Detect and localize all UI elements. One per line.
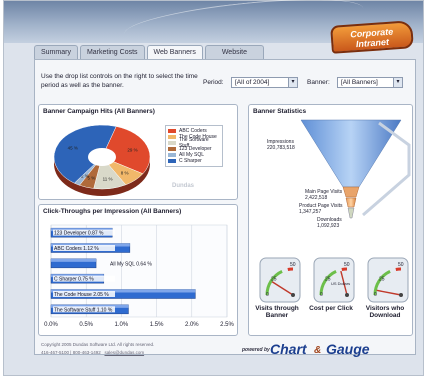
tab-website[interactable]: Website <box>204 45 264 59</box>
period-select-value: [All of 2004] <box>235 79 270 86</box>
gauge-hub <box>399 293 403 297</box>
chevron-down-icon[interactable]: ▾ <box>288 78 297 87</box>
plot-area <box>50 224 228 318</box>
gauge: 50 25 0 <box>367 257 409 303</box>
bar-value-label: All My SQL 0.64 % <box>110 261 152 267</box>
funnel-downloads <box>347 207 355 219</box>
funnel-label-impressions: Impressions 220,783,518 <box>267 139 295 151</box>
header-swirl <box>122 0 366 52</box>
bar-chart: 0.0% 0.5% 1.0% 1.5% 2.0% 2.5% 123 Developer 0.… <box>44 224 234 328</box>
tab-summary[interactable]: Summary <box>34 45 78 59</box>
period-label: Period: <box>203 79 224 86</box>
banner-select-value: [All Banners] <box>341 79 378 86</box>
chart-brand-logo: Chart <box>270 341 307 357</box>
gauge-max-label: 50 <box>344 262 350 268</box>
tab-marketing-costs[interactable]: Marketing Costs <box>79 45 145 59</box>
gauge-min-label: 0 <box>374 292 377 298</box>
tab-bar: Summary Marketing Costs Web Banners Webs… <box>34 45 264 59</box>
gauge-max-label: 50 <box>290 262 296 268</box>
x-tick-label: 2.5% <box>220 322 234 328</box>
funnel-value-text: 1,092,923 <box>317 223 340 229</box>
tab-web-banners[interactable]: Web Banners <box>146 45 203 59</box>
x-tick-label: 1.0% <box>115 322 129 328</box>
legend-swatch <box>168 135 176 139</box>
pie-chart-title: Banner Campaign Hits (All Banners) <box>43 108 155 115</box>
x-tick-label: 0.5% <box>79 322 93 328</box>
legend-swatch <box>168 153 176 157</box>
bar-value-label: C Sharper 0.75 % <box>54 277 94 283</box>
pie-slice-label: 11 % <box>103 176 113 181</box>
app-frame: Corporate Intranet Summary Marketing Cos… <box>3 0 424 376</box>
legend-swatch <box>168 147 176 151</box>
bar-value-label: 123 Developer 0.87 % <box>54 231 104 237</box>
pie-slice-label: 8 % <box>121 171 129 176</box>
funnel-impressions <box>300 119 402 188</box>
gauge-max-label: 50 <box>398 262 404 268</box>
gauge: 50 25 0 <box>259 257 301 303</box>
gauge: 50 25 0 US Dollars <box>313 257 355 303</box>
footer-contact: 416-467-5100 | 800-463-1492 sales@dundas… <box>41 350 144 355</box>
gauge-band-red <box>341 267 348 271</box>
watermark: Dundas <box>172 183 195 189</box>
pie-hole <box>88 148 116 166</box>
x-tick-label: 0.0% <box>44 322 58 328</box>
footer-phone: 416-467-5100 | 800-463-1492 <box>41 350 101 355</box>
bar-chart-title: Click-Throughs per Impression (All Banne… <box>43 208 182 215</box>
funnel-main-page <box>342 186 360 198</box>
funnel-value-text: 1,347,257 <box>299 209 322 215</box>
funnel-product-page <box>345 197 357 208</box>
funnel-value-text: 220,783,518 <box>267 145 295 151</box>
legend-swatch <box>168 159 176 163</box>
bar-highlight <box>51 258 97 262</box>
gauge-label-visits: Visits through Banner <box>255 305 299 319</box>
x-tick-label: 2.0% <box>185 322 199 328</box>
gauge-unit-label: US Dollars <box>331 281 350 286</box>
gauge-band-red <box>287 267 294 271</box>
footer-copyright: Copyright 2005 Dundas Software Ltd. All … <box>41 342 155 347</box>
bar-chart-box: Click-Throughs per Impression (All Banne… <box>38 204 238 336</box>
banner-label: Banner: <box>307 79 330 86</box>
funnel-label-product: Product Page Visits 1,347,257 <box>299 203 343 215</box>
gauge-hub <box>291 293 295 297</box>
ampersand: & <box>314 345 322 356</box>
intro-text: Use the drop list controls on the right … <box>41 73 198 89</box>
pie-slice-label: 45 % <box>68 145 78 150</box>
main-panel: Use the drop list controls on the right … <box>34 59 416 355</box>
gauge-label-download: Visitors who Download <box>365 305 405 319</box>
gauge-band-red <box>395 267 402 271</box>
legend-label: C Sharper <box>179 158 202 164</box>
gauge-hub <box>345 293 349 297</box>
bar-value-label: The Software Stuff 1.10 % <box>54 307 113 313</box>
bar-value-label: The Code House 2.05 % <box>54 292 109 298</box>
gauge-mid-label: 25 <box>379 277 385 283</box>
period-select[interactable]: [All of 2004] ▾ <box>231 77 298 88</box>
chevron-down-icon[interactable]: ▾ <box>393 78 402 87</box>
funnel-label-downloads: Downloads 1,092,923 <box>317 217 342 229</box>
legend-swatch <box>168 141 176 145</box>
powered-by-label: powered by <box>242 347 270 353</box>
banner-stats-box: Banner Statistics Impressions 220,783,518… <box>248 104 413 336</box>
banner-select[interactable]: [All Banners] ▾ <box>337 77 403 88</box>
funnel-label-main: Main Page Visits 2,422,518 <box>305 189 342 201</box>
gauge-brand-logo: Gauge <box>326 341 370 357</box>
gauge-mid-label: 25 <box>325 277 331 283</box>
gauge-label-cost: Cost per Click <box>309 305 353 312</box>
legend-swatch <box>168 129 176 133</box>
bar-value-label: ABC Coders 1.12 % <box>54 246 99 252</box>
banner-stats-title: Banner Statistics <box>253 108 307 115</box>
pie-slice-label: 29 % <box>127 147 137 152</box>
legend-item: C Sharper <box>168 158 220 164</box>
gauge-min-label: 0 <box>320 292 323 298</box>
pie-chart-box: Banner Campaign Hits (All Banners) 29 % 8… <box>38 104 238 200</box>
funnel-value-text: 2,422,518 <box>305 195 328 201</box>
x-tick-label: 1.5% <box>150 322 164 328</box>
gauge-min-label: 0 <box>266 292 269 298</box>
footer-email-link[interactable]: sales@dundas.com <box>104 350 144 355</box>
pie-legend: ABC Coders The Code House The Software Stu… <box>165 125 223 167</box>
pie-chart: 29 %8 %11 %5 %2 %45 % <box>53 124 151 196</box>
gauge-mid-label: 25 <box>271 277 277 283</box>
corporate-intranet-logo: Corporate Intranet <box>330 20 414 54</box>
